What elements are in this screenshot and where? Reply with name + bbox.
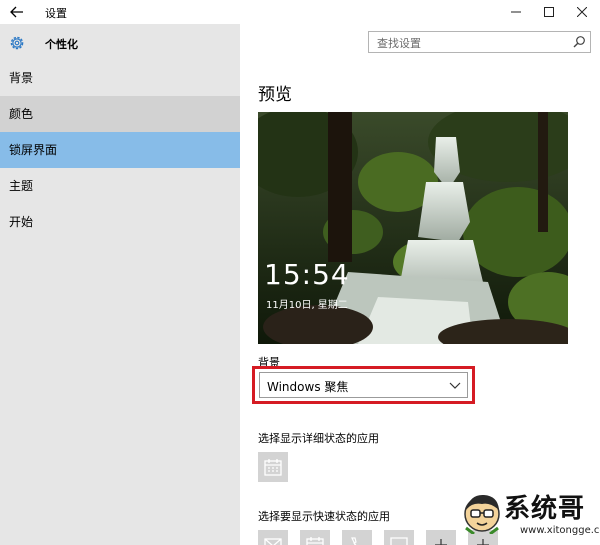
sidebar: 个性化 背景 颜色 锁屏界面 主题 开始 bbox=[0, 24, 240, 545]
close-icon bbox=[577, 7, 587, 17]
lock-screen-preview: 15:54 11月10日, 星期二 bbox=[258, 112, 568, 344]
sidebar-item-lock-screen[interactable]: 锁屏界面 bbox=[0, 132, 240, 168]
add-icon bbox=[435, 539, 447, 545]
sidebar-header: 个性化 bbox=[0, 24, 240, 62]
phone-icon bbox=[351, 537, 357, 545]
sidebar-item-label: 主题 bbox=[9, 179, 34, 193]
lock-screen-time: 15:54 bbox=[264, 258, 350, 291]
quick-status-app-message[interactable] bbox=[384, 530, 414, 545]
maximize-icon bbox=[544, 7, 554, 17]
background-dropdown[interactable]: Windows 聚焦 bbox=[259, 372, 468, 398]
gear-icon bbox=[10, 36, 24, 50]
sidebar-item-start[interactable]: 开始 bbox=[0, 204, 240, 240]
quick-status-app-mail[interactable] bbox=[258, 530, 288, 545]
sidebar-item-colors[interactable]: 颜色 bbox=[0, 96, 240, 132]
search-input[interactable]: 查找设置 bbox=[368, 31, 591, 53]
quick-status-label: 选择要显示快速状态的应用 bbox=[258, 510, 390, 523]
detail-status-app-button[interactable] bbox=[258, 452, 288, 482]
back-arrow-icon bbox=[10, 6, 23, 18]
page-title: 预览 bbox=[258, 85, 292, 105]
sidebar-item-label: 背景 bbox=[9, 71, 34, 85]
mascot-logo-icon bbox=[464, 494, 500, 534]
chevron-down-icon bbox=[449, 382, 461, 389]
sidebar-nav: 背景 颜色 锁屏界面 主题 开始 bbox=[0, 60, 240, 240]
mail-icon bbox=[264, 538, 282, 545]
watermark-name: 系统哥 bbox=[504, 494, 586, 524]
sidebar-item-themes[interactable]: 主题 bbox=[0, 168, 240, 204]
sidebar-item-label: 开始 bbox=[9, 215, 34, 229]
maximize-button[interactable] bbox=[532, 0, 566, 24]
search-icon[interactable] bbox=[572, 35, 586, 49]
section-title: 个性化 bbox=[45, 38, 78, 51]
title-bar: 设置 bbox=[0, 0, 600, 24]
close-button[interactable] bbox=[565, 0, 599, 24]
quick-status-app-phone[interactable] bbox=[342, 530, 372, 545]
content-pane: 查找设置 预览 15:54 11月10日, 星期二 背景 Windows 聚焦 … bbox=[240, 24, 600, 545]
calendar-icon bbox=[264, 459, 282, 476]
sidebar-item-label: 颜色 bbox=[9, 107, 34, 121]
calendar-icon bbox=[306, 537, 324, 545]
sidebar-item-background[interactable]: 背景 bbox=[0, 60, 240, 96]
background-dropdown-value: Windows 聚焦 bbox=[267, 380, 349, 394]
detail-status-label: 选择显示详细状态的应用 bbox=[258, 432, 379, 445]
minimize-icon bbox=[511, 11, 521, 13]
window-title: 设置 bbox=[45, 7, 67, 20]
minimize-button[interactable] bbox=[499, 0, 533, 24]
lock-screen-date: 11月10日, 星期二 bbox=[266, 300, 348, 311]
site-watermark: 系统哥 www.xitongge.com bbox=[458, 484, 600, 545]
watermark-url: www.xitongge.com bbox=[520, 525, 600, 536]
back-button[interactable] bbox=[6, 2, 28, 22]
quick-status-app-calendar[interactable] bbox=[300, 530, 330, 545]
quick-status-app-add-1[interactable] bbox=[426, 530, 456, 545]
message-icon bbox=[390, 537, 408, 545]
sidebar-item-label: 锁屏界面 bbox=[9, 143, 58, 157]
search-placeholder: 查找设置 bbox=[377, 37, 421, 50]
